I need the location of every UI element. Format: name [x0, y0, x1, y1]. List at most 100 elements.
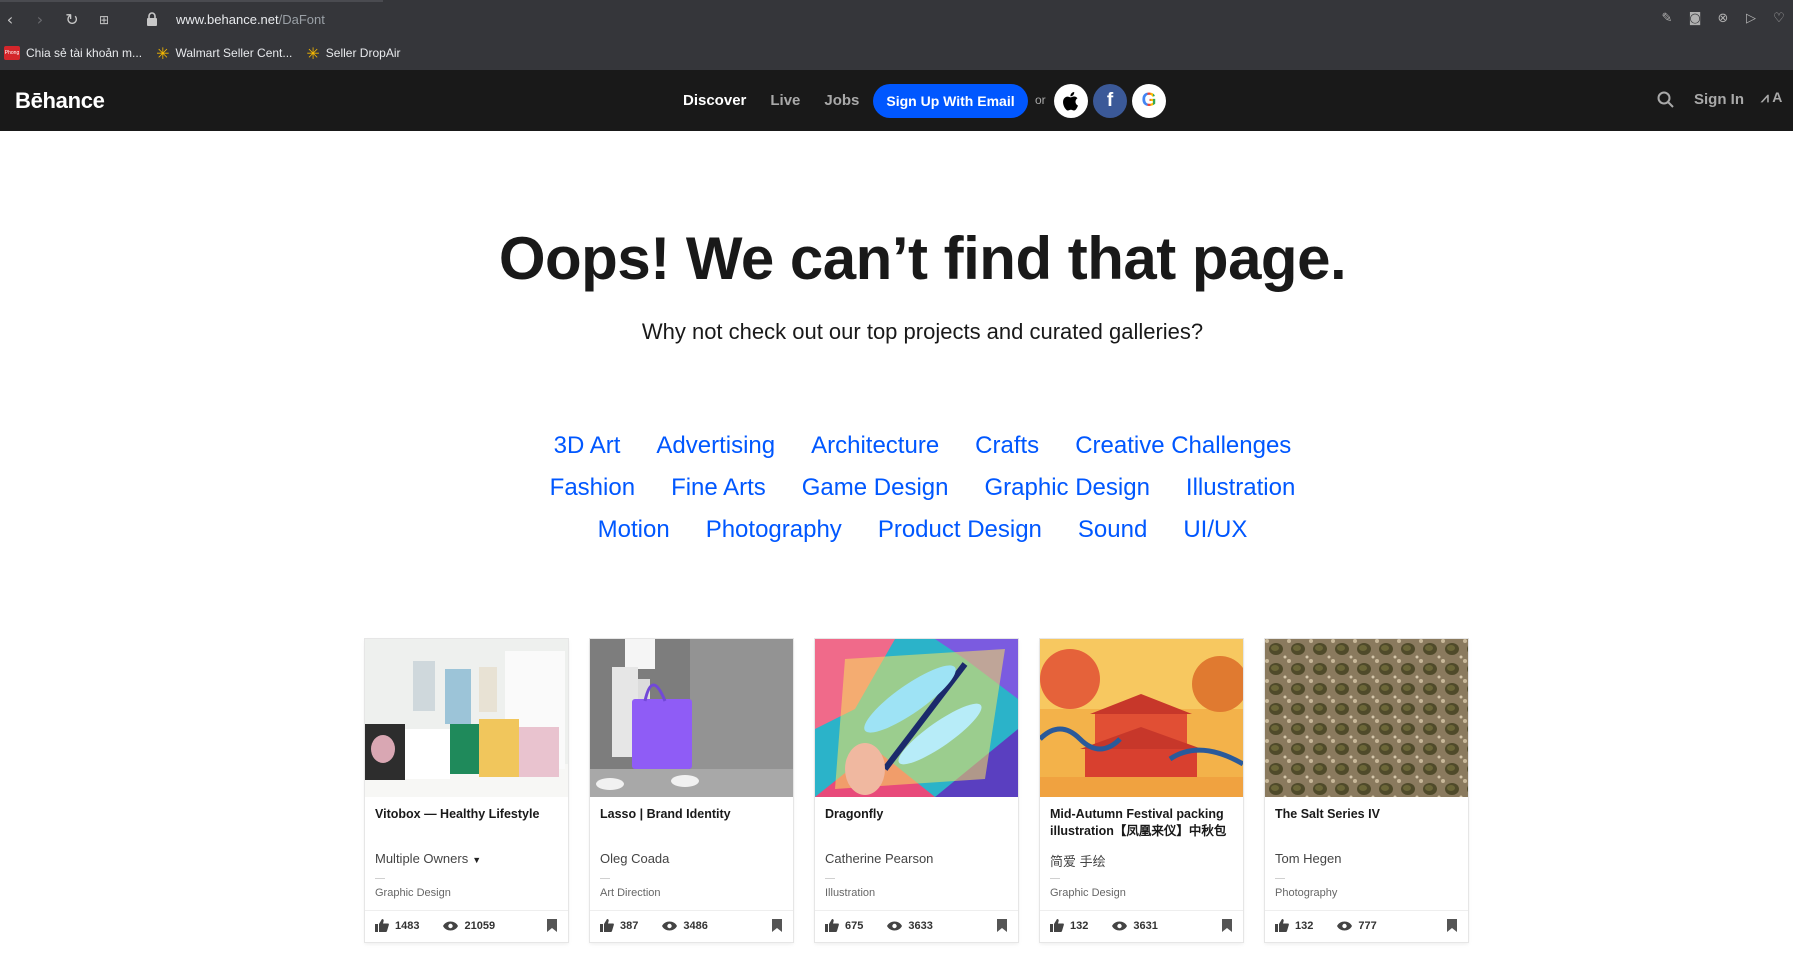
thumbs-up-icon[interactable]: [1275, 919, 1289, 932]
project-field[interactable]: Photography: [1275, 887, 1337, 899]
thumbs-up-icon[interactable]: [1050, 919, 1064, 932]
category-graphic-design[interactable]: Graphic Design: [985, 474, 1150, 502]
divider: [1275, 878, 1285, 879]
project-title[interactable]: Mid-Autumn Festival packing illustration…: [1050, 806, 1236, 840]
behance-logo[interactable]: Bēhance: [15, 88, 105, 114]
facebook-signin-button[interactable]: f: [1093, 84, 1127, 118]
category-game-design[interactable]: Game Design: [802, 474, 949, 502]
project-field[interactable]: Art Direction: [600, 887, 661, 899]
bookmark-item[interactable]: Phong Chia sẻ tài khoản m...: [4, 46, 142, 60]
category-fine-arts[interactable]: Fine Arts: [671, 474, 766, 502]
project-card[interactable]: Vitobox — Healthy Lifestyle Multiple Own…: [365, 639, 568, 942]
project-field[interactable]: Graphic Design: [1050, 887, 1126, 899]
bookmark-icon[interactable]: [1222, 919, 1232, 932]
category-product-design[interactable]: Product Design: [878, 516, 1042, 544]
adobe-link[interactable]: ⩘ A: [1761, 89, 1782, 106]
sign-in-link[interactable]: Sign In: [1694, 91, 1744, 108]
view-count: 3486: [683, 919, 708, 932]
project-thumbnail[interactable]: [1265, 639, 1468, 797]
tab-grid-icon[interactable]: ⊞: [94, 10, 114, 30]
category-sound[interactable]: Sound: [1078, 516, 1147, 544]
category-architecture[interactable]: Architecture: [811, 432, 939, 460]
category-crafts[interactable]: Crafts: [975, 432, 1039, 460]
primary-nav: Discover Live Jobs: [683, 70, 883, 131]
bookmark-icon[interactable]: [1447, 919, 1457, 932]
divider: [1040, 910, 1243, 911]
like-count: 675: [845, 919, 864, 932]
project-title[interactable]: Lasso | Brand Identity: [600, 806, 786, 823]
project-owner[interactable]: Tom Hegen: [1275, 851, 1341, 866]
close-circle-icon[interactable]: ⊗: [1715, 11, 1731, 27]
project-owner[interactable]: Catherine Pearson: [825, 851, 933, 866]
bookmark-label: Chia sẻ tài khoản m...: [26, 46, 143, 60]
project-stats: 1483 21059: [375, 919, 495, 932]
thumbs-up-icon[interactable]: [600, 919, 614, 932]
red-badge-icon: Phong: [4, 46, 20, 60]
url-host: www.behance.net: [176, 12, 279, 27]
project-card[interactable]: Mid-Autumn Festival packing illustration…: [1040, 639, 1243, 942]
category-advertising[interactable]: Advertising: [656, 432, 775, 460]
project-owner[interactable]: Oleg Coada: [600, 851, 669, 866]
adobe-icon: ⩘: [1761, 89, 1769, 105]
project-stats: 675 3633: [825, 919, 933, 932]
divider: [815, 910, 1018, 911]
site-header: Bēhance Discover Live Jobs Sign Up With …: [0, 70, 1793, 131]
like-count: 1483: [395, 919, 420, 932]
project-cards: Vitobox — Healthy Lifestyle Multiple Own…: [365, 639, 1468, 942]
or-label: or: [1035, 93, 1046, 107]
category-creative-challenges[interactable]: Creative Challenges: [1075, 432, 1291, 460]
project-field[interactable]: Graphic Design: [375, 887, 451, 899]
heart-icon[interactable]: ♡: [1771, 11, 1787, 27]
category-fashion[interactable]: Fashion: [550, 474, 635, 502]
project-thumbnail[interactable]: [590, 639, 793, 797]
project-owner[interactable]: 简爱 手绘: [1050, 851, 1106, 870]
bookmark-icon[interactable]: [772, 919, 782, 932]
apple-signin-button[interactable]: [1054, 84, 1088, 118]
eye-icon: [1337, 921, 1353, 930]
project-card[interactable]: Lasso | Brand Identity Oleg Coada Art Di…: [590, 639, 793, 942]
project-title[interactable]: The Salt Series IV: [1275, 806, 1461, 823]
project-title[interactable]: Dragonfly: [825, 806, 1011, 823]
category-3d-art[interactable]: 3D Art: [554, 432, 621, 460]
category-motion[interactable]: Motion: [598, 516, 670, 544]
nav-discover[interactable]: Discover: [683, 92, 746, 109]
divider: [600, 878, 610, 879]
project-card[interactable]: The Salt Series IV Tom Hegen Photography…: [1265, 639, 1468, 942]
divider: [365, 910, 568, 911]
project-thumbnail[interactable]: [1040, 639, 1243, 797]
bookmark-icon[interactable]: [547, 919, 557, 932]
project-thumbnail[interactable]: [365, 639, 568, 797]
send-icon[interactable]: ▷: [1743, 11, 1759, 27]
camera-icon[interactable]: ◙: [1687, 11, 1703, 27]
nav-jobs[interactable]: Jobs: [824, 92, 859, 109]
bookmark-item[interactable]: ✳ Walmart Seller Cent...: [156, 44, 292, 63]
category-row: 3D Art Advertising Architecture Crafts C…: [0, 425, 1793, 467]
project-thumbnail[interactable]: [815, 639, 1018, 797]
browser-actions: ✎ ◙ ⊗ ▷ ♡: [1659, 11, 1787, 31]
project-card[interactable]: Dragonfly Catherine Pearson Illustration…: [815, 639, 1018, 942]
reload-icon[interactable]: ↻: [62, 10, 82, 30]
forward-icon[interactable]: ›: [30, 10, 50, 30]
sign-up-email-button[interactable]: Sign Up With Email: [873, 84, 1028, 118]
walmart-spark-icon: ✳: [156, 43, 170, 63]
thumbs-up-icon[interactable]: [375, 919, 389, 932]
project-title[interactable]: Vitobox — Healthy Lifestyle: [375, 806, 561, 823]
divider: [1050, 878, 1060, 879]
url-field[interactable]: www.behance.net/DaFont: [176, 12, 325, 27]
category-illustration[interactable]: Illustration: [1186, 474, 1295, 502]
google-signin-button[interactable]: G: [1132, 84, 1166, 118]
project-owner[interactable]: Multiple Owners ▼: [375, 851, 481, 866]
bookmark-label: Walmart Seller Cent...: [175, 46, 293, 60]
category-ui-ux[interactable]: UI/UX: [1183, 516, 1247, 544]
facebook-icon: f: [1106, 90, 1114, 111]
search-icon[interactable]: [1656, 90, 1676, 110]
bookmark-item[interactable]: ✳ Seller DropAir: [306, 44, 400, 63]
edit-icon[interactable]: ✎: [1659, 11, 1675, 27]
nav-live[interactable]: Live: [770, 92, 800, 109]
project-field[interactable]: Illustration: [825, 887, 875, 899]
category-photography[interactable]: Photography: [706, 516, 842, 544]
bookmark-label: Seller DropAir: [325, 46, 401, 60]
back-icon[interactable]: ‹: [0, 10, 20, 30]
thumbs-up-icon[interactable]: [825, 919, 839, 932]
bookmark-icon[interactable]: [997, 919, 1007, 932]
